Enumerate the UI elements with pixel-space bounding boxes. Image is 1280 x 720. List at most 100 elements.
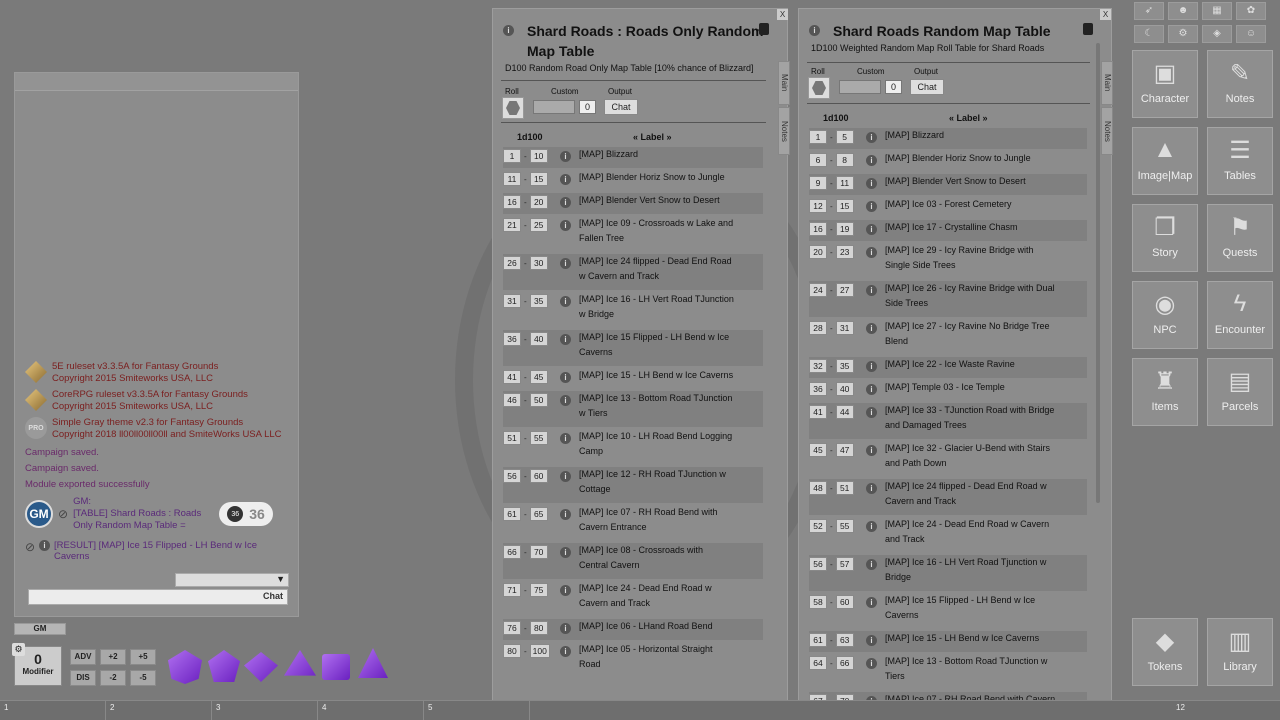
hotkey-slot[interactable]: 12 bbox=[1172, 701, 1278, 720]
row-label[interactable]: [MAP] Blender Vert Snow to Desert bbox=[885, 174, 1026, 189]
row-label[interactable]: [MAP] Ice 13 - Bottom Road TJunction w T… bbox=[579, 391, 732, 421]
hotkey-slot[interactable]: 2 bbox=[106, 701, 212, 720]
row-label[interactable]: [MAP] Blender Vert Snow to Desert bbox=[579, 193, 720, 208]
range-from[interactable]: 1 bbox=[809, 130, 827, 144]
sidebar-item-tables[interactable]: ☰ Tables bbox=[1207, 127, 1273, 195]
tab-main[interactable]: Main bbox=[1101, 61, 1113, 105]
row-label[interactable]: [MAP] Ice 07 - RH Road Bend with Cavern … bbox=[579, 505, 718, 535]
scrollbar[interactable] bbox=[1096, 43, 1100, 503]
range-to[interactable]: 35 bbox=[835, 359, 854, 373]
custom-dice-field[interactable] bbox=[839, 80, 881, 94]
row-label[interactable]: [MAP] Blizzard bbox=[885, 128, 944, 143]
sidebar-item-quests[interactable]: ⚑ Quests bbox=[1207, 204, 1273, 272]
lock-icon[interactable] bbox=[1083, 23, 1093, 35]
close-button[interactable]: X bbox=[777, 9, 788, 20]
tab-main[interactable]: Main bbox=[778, 61, 790, 105]
info-icon[interactable]: i bbox=[560, 547, 571, 558]
row-label[interactable]: [MAP] Ice 17 - Crystalline Chasm bbox=[885, 220, 1018, 235]
hotkey-slot[interactable]: 1 bbox=[0, 701, 106, 720]
d8-icon[interactable] bbox=[284, 650, 316, 676]
range-from[interactable]: 1 bbox=[503, 149, 521, 163]
range-to[interactable]: 40 bbox=[529, 332, 548, 346]
row-label[interactable]: [MAP] Ice 15 Flipped - LH Bend w Ice Cav… bbox=[579, 330, 729, 360]
range-to[interactable]: 20 bbox=[529, 195, 548, 209]
custom-dice-field[interactable] bbox=[533, 100, 575, 114]
range-from[interactable]: 28 bbox=[809, 321, 827, 335]
row-label[interactable]: [MAP] Ice 12 - RH Road TJunction w Cotta… bbox=[579, 467, 726, 497]
custom-value[interactable]: 0 bbox=[579, 100, 596, 114]
sidebar-item-npc[interactable]: ◉ NPC bbox=[1132, 281, 1198, 349]
row-label[interactable]: [MAP] Ice 05 - Horizontal Straight Road bbox=[579, 642, 713, 672]
info-icon[interactable]: i bbox=[866, 597, 877, 608]
close-button[interactable]: X bbox=[1100, 9, 1111, 20]
info-icon[interactable]: i bbox=[560, 372, 571, 383]
plus5-button[interactable]: +5 bbox=[130, 649, 156, 665]
range-from[interactable]: 20 bbox=[809, 245, 827, 259]
range-from[interactable]: 12 bbox=[809, 199, 827, 213]
row-label[interactable]: [MAP] Ice 06 - LHand Road Bend bbox=[579, 619, 713, 634]
range-to[interactable]: 10 bbox=[529, 149, 548, 163]
plus2-button[interactable]: +2 bbox=[100, 649, 126, 665]
sidebar-item-character[interactable]: ▣ Character bbox=[1132, 50, 1198, 118]
range-to[interactable]: 31 bbox=[835, 321, 854, 335]
info-icon[interactable]: i bbox=[866, 658, 877, 669]
info-icon[interactable]: i bbox=[560, 258, 571, 269]
info-icon[interactable]: i bbox=[866, 201, 877, 212]
info-icon[interactable]: i bbox=[560, 334, 571, 345]
d4-icon[interactable] bbox=[358, 648, 388, 678]
sidebar-item-encounter[interactable]: ϟ Encounter bbox=[1207, 281, 1273, 349]
chat-entry-field[interactable]: Chat bbox=[28, 589, 288, 605]
range-from[interactable]: 32 bbox=[809, 359, 827, 373]
range-to[interactable]: 55 bbox=[835, 519, 854, 533]
minus5-button[interactable]: -5 bbox=[130, 670, 156, 686]
output-chat-button[interactable]: Chat bbox=[910, 79, 944, 95]
info-icon[interactable]: i bbox=[560, 220, 571, 231]
range-from[interactable]: 11 bbox=[503, 172, 521, 186]
calendar-icon[interactable]: ▦ bbox=[1202, 2, 1232, 20]
range-from[interactable]: 26 bbox=[503, 256, 521, 270]
row-label[interactable]: [MAP] Ice 16 - LH Vert Road Tjunction w … bbox=[885, 555, 1046, 585]
info-icon[interactable]: i bbox=[560, 296, 571, 307]
info-icon[interactable]: i bbox=[866, 559, 877, 570]
d10-icon[interactable] bbox=[244, 652, 278, 682]
info-icon[interactable]: i bbox=[866, 132, 877, 143]
effects-icon[interactable]: ☺ bbox=[1236, 25, 1266, 43]
row-label[interactable]: [MAP] Temple 03 - Ice Temple bbox=[885, 380, 1005, 395]
info-icon[interactable]: i bbox=[560, 646, 571, 657]
row-label[interactable]: [MAP] Ice 16 - LH Vert Road TJunction w … bbox=[579, 292, 734, 322]
row-label[interactable]: [MAP] Ice 13 - Bottom Road TJunction w T… bbox=[885, 654, 1047, 684]
range-from[interactable]: 9 bbox=[809, 176, 827, 190]
range-to[interactable]: 8 bbox=[835, 153, 854, 167]
sidebar-item-library[interactable]: ▥ Library bbox=[1207, 618, 1273, 686]
range-to[interactable]: 55 bbox=[529, 431, 548, 445]
info-icon[interactable]: i bbox=[866, 285, 877, 296]
range-to[interactable]: 60 bbox=[835, 595, 854, 609]
range-from[interactable]: 6 bbox=[809, 153, 827, 167]
range-to[interactable]: 57 bbox=[835, 557, 854, 571]
sidebar-item-items[interactable]: ♜ Items bbox=[1132, 358, 1198, 426]
row-label[interactable]: [MAP] Ice 33 - TJunction Road with Bridg… bbox=[885, 403, 1054, 433]
row-label[interactable]: [MAP] Ice 27 - Icy Ravine No Bridge Tree… bbox=[885, 319, 1050, 349]
lighting-icon[interactable]: ☾ bbox=[1134, 25, 1164, 43]
range-to[interactable]: 80 bbox=[529, 621, 548, 635]
range-to[interactable]: 45 bbox=[529, 370, 548, 384]
row-label[interactable]: [MAP] Ice 24 flipped - Dead End Road w C… bbox=[579, 254, 732, 284]
custom-value[interactable]: 0 bbox=[885, 80, 902, 94]
range-from[interactable]: 16 bbox=[809, 222, 827, 236]
range-from[interactable]: 24 bbox=[809, 283, 827, 297]
range-from[interactable]: 76 bbox=[503, 621, 521, 635]
row-label[interactable]: [MAP] Ice 24 flipped - Dead End Road w C… bbox=[885, 479, 1047, 509]
minus2-button[interactable]: -2 bbox=[100, 670, 126, 686]
row-label[interactable]: [MAP] Ice 15 - LH Bend w Ice Caverns bbox=[579, 368, 733, 383]
range-from[interactable]: 45 bbox=[809, 443, 827, 457]
range-to[interactable]: 75 bbox=[529, 583, 548, 597]
colors-icon[interactable]: ✿ bbox=[1236, 2, 1266, 20]
range-from[interactable]: 16 bbox=[503, 195, 521, 209]
info-icon[interactable]: i bbox=[560, 509, 571, 520]
tab-notes[interactable]: Notes bbox=[1101, 107, 1113, 155]
modifiers-icon[interactable]: ◈ bbox=[1202, 25, 1232, 43]
options-icon[interactable]: ⚙ bbox=[1168, 25, 1198, 43]
row-label[interactable]: [MAP] Blender Horiz Snow to Jungle bbox=[579, 170, 725, 185]
info-icon[interactable]: i bbox=[560, 151, 571, 162]
range-from[interactable]: 58 bbox=[809, 595, 827, 609]
